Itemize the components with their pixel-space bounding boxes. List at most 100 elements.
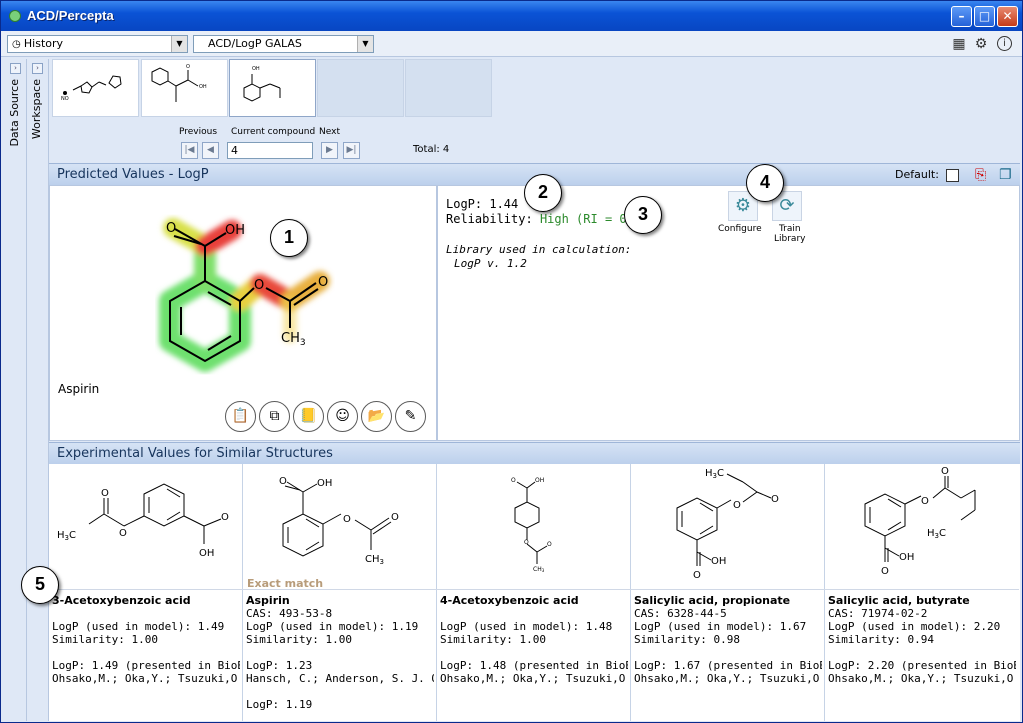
compound-thumbnail-3[interactable]: OH [229, 59, 316, 117]
experimental-values-header: Experimental Values for Similar Structur… [49, 442, 1020, 464]
svg-text:O: O [693, 570, 701, 581]
pin-icon[interactable]: › [10, 63, 21, 74]
svg-text:H3C: H3C [57, 530, 76, 542]
copy-icon[interactable]: ❐ [999, 167, 1012, 183]
svg-text:OH: OH [317, 478, 332, 489]
exact-match-label: Exact match [247, 577, 323, 590]
svg-text:O: O [101, 488, 109, 499]
compound-name: Aspirin [58, 382, 99, 396]
previous-label: Previous [179, 127, 218, 137]
pdf-icon[interactable]: ⎘ [975, 167, 986, 183]
workspace-tab[interactable]: › Workspace [27, 59, 49, 721]
gear-icon[interactable]: ⚙ [973, 36, 989, 52]
logp-value: LogP: 1.44 [446, 197, 519, 211]
percepta-logo-icon [9, 10, 21, 22]
close-button[interactable]: ✕ [997, 6, 1018, 27]
svg-text:O: O [941, 466, 949, 477]
current-compound-label: Current compound [231, 127, 316, 137]
svg-text:O: O [279, 476, 287, 487]
similar-structure-info: Aspirin CAS: 493-53-8 LogP (used in mode… [246, 594, 434, 711]
compound-navigator: Previous Current compound Next |◀ ◀ 4 ▶ … [177, 127, 477, 161]
configure-label[interactable]: Configure [718, 224, 762, 234]
callout-1: 1 [270, 219, 308, 257]
similar-structure-info: 4-Acetoxybenzoic acid LogP (used in mode… [440, 594, 628, 685]
title-bar: ACD/Percepta – □ ✕ [1, 1, 1022, 31]
svg-text:OH: OH [199, 84, 207, 90]
window-title: ACD/Percepta [27, 8, 114, 23]
svg-text:OH: OH [899, 552, 914, 563]
svg-text:O: O [771, 494, 779, 505]
previous-button[interactable]: ◀ [202, 142, 219, 159]
callout-3: 3 [624, 196, 662, 234]
compound-strip: NO O OH OH [49, 59, 492, 117]
similar-structure-card[interactable]: O O H3C OH O Salicylic acid, butyrate CA… [825, 464, 1020, 721]
svg-text:O: O [547, 541, 552, 548]
atom-o: O [254, 278, 264, 293]
svg-text:H3C: H3C [705, 468, 724, 480]
atom-ch3: CH3 [281, 331, 306, 348]
module-combo[interactable]: ACD/LogP GALAS ▼ [193, 35, 374, 53]
svg-text:O: O [921, 496, 929, 507]
clock-icon: ◷ [12, 39, 24, 50]
svg-text:O: O [524, 539, 529, 546]
library-value: LogP v. 1.2 [454, 257, 527, 270]
compound-thumbnail-2[interactable]: O OH [141, 59, 228, 117]
callout-5: 5 [21, 566, 59, 604]
open-file-button[interactable]: 📂 [361, 401, 392, 432]
current-compound-input[interactable]: 4 [227, 142, 313, 159]
svg-text:O: O [343, 514, 351, 525]
default-checkbox[interactable] [946, 169, 959, 182]
last-button[interactable]: ▶| [343, 142, 360, 159]
callout-2: 2 [524, 174, 562, 212]
similar-structure-info: 3-Acetoxybenzoic acid LogP (used in mode… [52, 594, 240, 685]
similar-structure-card[interactable]: O OH O O CH3 4-Acetoxybenzoic acid LogP … [437, 464, 631, 721]
train-library-label[interactable]: Train Library [774, 224, 805, 244]
similar-structure-card[interactable]: O OH O O CH3 Exact match Aspirin CAS: 49… [243, 464, 437, 721]
compound-thumbnail-empty [405, 59, 492, 117]
svg-text:O: O [733, 500, 741, 511]
compound-thumbnail-1[interactable]: NO [52, 59, 139, 117]
structure-image: O OH O O CH3 Exact match [243, 464, 437, 590]
svg-text:OH: OH [252, 66, 260, 72]
svg-text:O: O [186, 64, 190, 70]
calculator-icon[interactable]: ▦ [951, 36, 967, 52]
svg-text:NO: NO [61, 96, 69, 102]
data-source-tab[interactable]: › Data Source [5, 59, 27, 721]
svg-text:O: O [881, 566, 889, 577]
results-panel: LogP: 1.44 Reliability: High (RI = 0.94)… [437, 185, 1020, 441]
svg-text:O: O [119, 528, 127, 539]
svg-text:H3C: H3C [927, 528, 946, 540]
atom-o: O [318, 275, 328, 290]
svg-text:OH: OH [199, 548, 214, 559]
name-to-structure-button[interactable]: ☺ [327, 401, 358, 432]
chevron-down-icon[interactable]: ▼ [171, 36, 187, 52]
info-icon[interactable]: i [997, 36, 1012, 51]
database-button[interactable]: 📒 [293, 401, 324, 432]
similar-structure-card[interactable]: O O O OH H3C 3-Acetoxybenzoic acid LogP … [49, 464, 243, 721]
total-count: Total: 4 [413, 144, 450, 155]
pin-icon[interactable]: › [32, 63, 43, 74]
compound-thumbnail-empty [317, 59, 404, 117]
svg-text:O: O [391, 512, 399, 523]
history-combo[interactable]: ◷ History ▼ [7, 35, 188, 53]
minimize-button[interactable]: – [951, 6, 972, 27]
structure-image: O O O OH H3C [49, 464, 243, 590]
similar-structure-card[interactable]: O O H3C OH O Salicylic acid, propionate … [631, 464, 825, 721]
svg-text:OH: OH [711, 556, 726, 567]
maximize-button[interactable]: □ [974, 6, 995, 27]
structure-image: O O H3C OH O [825, 464, 1019, 590]
atom-oh: OH [225, 223, 245, 238]
structure-image: O O H3C OH O [631, 464, 825, 590]
copy-structure-button[interactable]: ⧉ [259, 401, 290, 432]
edit-structure-button[interactable]: ✎ [395, 401, 426, 432]
next-button[interactable]: ▶ [321, 142, 338, 159]
chevron-down-icon[interactable]: ▼ [357, 36, 373, 52]
callout-4: 4 [746, 164, 784, 202]
similar-structure-info: Salicylic acid, butyrate CAS: 71974-02-2… [828, 594, 1016, 685]
first-button[interactable]: |◀ [181, 142, 198, 159]
svg-text:O: O [221, 512, 229, 523]
similar-structure-info: Salicylic acid, propionate CAS: 6328-44-… [634, 594, 822, 685]
atom-o: O [166, 221, 176, 236]
app-window: ACD/Percepta – □ ✕ ◷ History ▼ ACD/LogP … [0, 0, 1023, 723]
paste-structure-button[interactable]: 📋 [225, 401, 256, 432]
